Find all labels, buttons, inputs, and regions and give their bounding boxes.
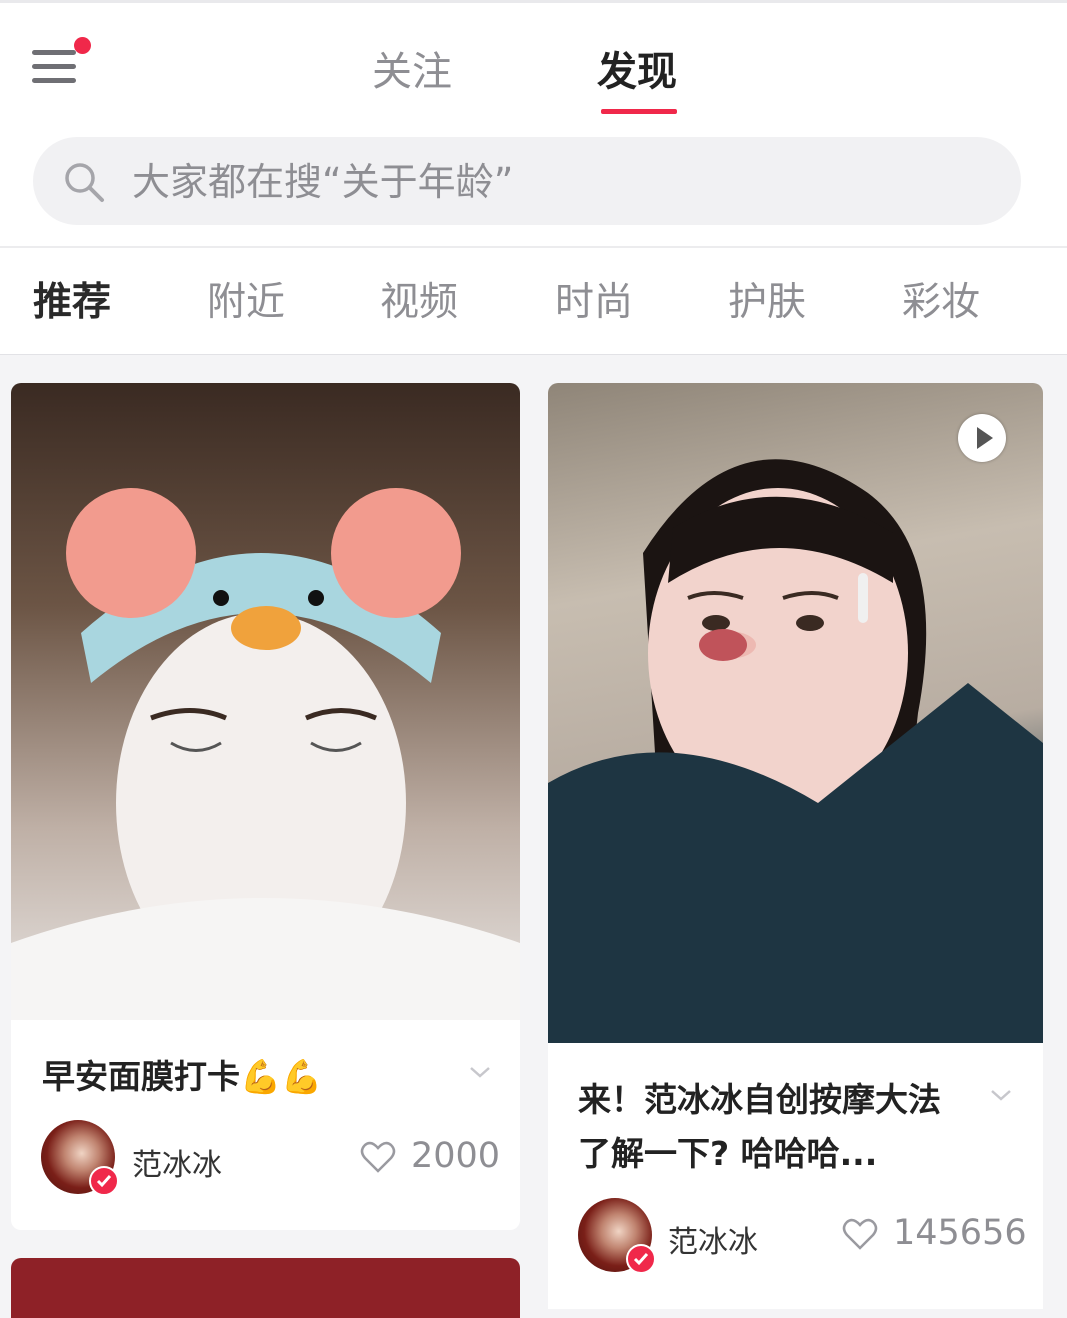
category-recommend[interactable]: 推荐 (33, 278, 111, 328)
post-image[interactable] (11, 383, 520, 1020)
heart-outline-icon[interactable] (360, 1140, 396, 1174)
avatar[interactable] (578, 1198, 656, 1274)
face-mask-photo (11, 488, 520, 1020)
tab-discover[interactable]: 发现 (597, 44, 677, 100)
heart-outline-icon[interactable] (842, 1217, 878, 1251)
video-frame (548, 459, 1043, 1043)
category-nearby[interactable]: 附近 (207, 278, 285, 328)
verified-check-icon (626, 1244, 656, 1274)
play-icon[interactable] (958, 414, 1006, 462)
chevron-down-icon[interactable] (989, 1083, 1013, 1107)
notification-dot (74, 37, 91, 54)
category-video[interactable]: 视频 (380, 278, 458, 328)
menu-button[interactable] (30, 46, 80, 92)
avatar[interactable] (41, 1120, 119, 1196)
category-makeup[interactable]: 彩妆 (902, 278, 980, 328)
feed-card-next[interactable] (11, 1258, 520, 1318)
author-name[interactable]: 范冰冰 (668, 1217, 758, 1261)
active-tab-indicator (601, 109, 677, 114)
status-divider (0, 0, 1067, 3)
hamburger-icon (32, 50, 76, 55)
search-icon (65, 163, 104, 202)
like-count: 2000 (411, 1136, 501, 1176)
tab-follow[interactable]: 关注 (372, 44, 452, 100)
post-title[interactable]: 来！范冰冰自创按摩大法了解一下? 哈哈哈... (578, 1073, 958, 1181)
category-fashion[interactable]: 时尚 (555, 278, 633, 328)
verified-check-icon (89, 1166, 119, 1196)
like-count: 145656 (893, 1213, 1027, 1253)
author-name[interactable]: 范冰冰 (132, 1140, 222, 1184)
hamburger-icon-line (32, 64, 76, 69)
search-placeholder: 大家都在搜“关于年龄” (132, 160, 514, 204)
category-skincare[interactable]: 护肤 (728, 278, 806, 328)
post-title[interactable]: 早安面膜打卡💪💪 (42, 1050, 322, 1104)
hamburger-icon-line (32, 78, 76, 83)
chevron-down-icon[interactable] (468, 1060, 492, 1084)
post-video-thumbnail[interactable] (548, 383, 1043, 1043)
